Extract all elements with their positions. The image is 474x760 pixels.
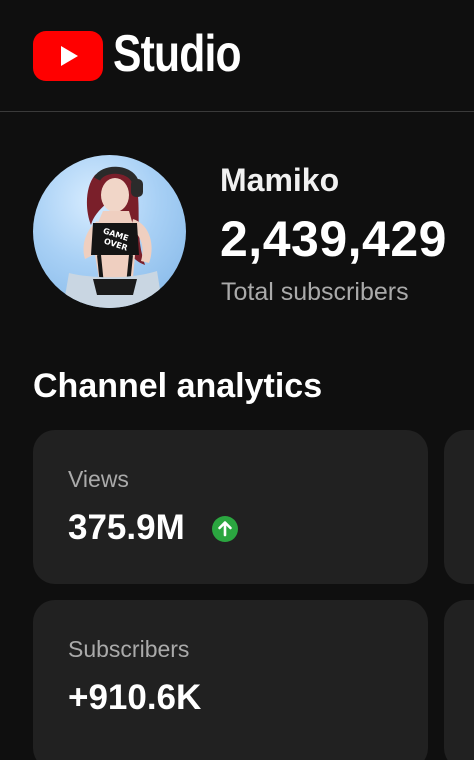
- views-label: Views: [68, 466, 129, 492]
- next-card[interactable]: [444, 430, 474, 584]
- section-title: Channel analytics: [33, 367, 323, 405]
- youtube-play-icon[interactable]: [33, 31, 103, 81]
- channel-avatar[interactable]: GAME OVER: [33, 155, 186, 308]
- subscribers-value: +910.6K: [68, 678, 202, 717]
- subscribers-label: Subscribers: [68, 636, 190, 662]
- studio-page: Studio GAME OVER Mamiko 2,439,429 Total …: [0, 0, 474, 760]
- views-card[interactable]: Views 375.9M: [33, 430, 428, 584]
- subscriber-count: 2,439,429: [220, 211, 447, 267]
- views-value: 375.9M: [68, 508, 185, 547]
- channel-name: Mamiko: [220, 162, 340, 198]
- next-card[interactable]: [444, 600, 474, 760]
- arrow-up-circle-icon: [212, 516, 238, 542]
- app-title: Studio: [113, 25, 242, 83]
- app-header: Studio: [0, 0, 474, 112]
- subscriber-label: Total subscribers: [221, 278, 409, 306]
- subscribers-card[interactable]: Subscribers +910.6K: [33, 600, 428, 760]
